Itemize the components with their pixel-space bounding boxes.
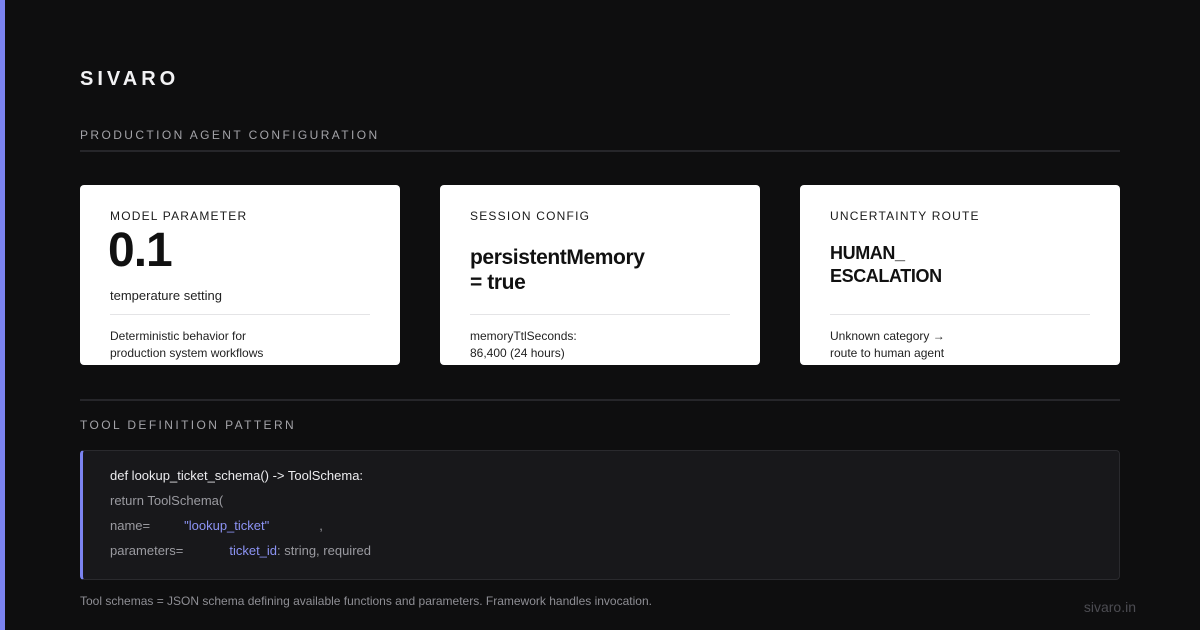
- code-type: : string, required: [277, 543, 371, 558]
- card-description: Unknown category → route to human agent: [830, 329, 945, 360]
- code-line: parameters= ticket_id: string, required: [110, 543, 371, 558]
- code-block: def lookup_ticket_schema() -> ToolSchema…: [80, 450, 1120, 580]
- site-url: sivaro.in: [1083, 599, 1136, 615]
- card-value: 0.1: [108, 224, 173, 277]
- card-divider: [110, 314, 370, 315]
- section-divider: [80, 150, 1120, 152]
- code-punct: ,: [319, 518, 323, 533]
- card-subtitle: temperature setting: [110, 288, 223, 303]
- tool-section-title: TOOL DEFINITION PATTERN: [80, 418, 297, 432]
- card-description: memoryTtlSeconds: 86,400 (24 hours): [470, 329, 577, 360]
- config-section-title: PRODUCTION AGENT CONFIGURATION: [80, 128, 380, 142]
- model-parameter-card: MODEL PARAMETER 0.1 temperature setting …: [80, 185, 400, 365]
- card-value: HUMAN_ ESCALATION: [830, 243, 942, 286]
- card-kicker: SESSION CONFIG: [470, 209, 591, 223]
- code-line: def lookup_ticket_schema() -> ToolSchema…: [110, 468, 364, 483]
- code-line: name= "lookup_ticket",: [110, 518, 323, 533]
- code-string: "lookup_ticket": [184, 518, 270, 533]
- card-kicker: MODEL PARAMETER: [110, 209, 248, 223]
- code-line: return ToolSchema(: [110, 493, 224, 508]
- brand-logo: SIVARO: [80, 68, 180, 90]
- code-key: parameters=: [110, 543, 184, 558]
- card-divider: [830, 314, 1090, 315]
- card-divider: [470, 314, 730, 315]
- card-description: Deterministic behavior for production sy…: [110, 329, 264, 360]
- footnote: Tool schemas = JSON schema defining avai…: [80, 594, 652, 608]
- session-config-card: SESSION CONFIG persistentMemory = true m…: [440, 185, 760, 365]
- card-kicker: UNCERTAINTY ROUTE: [830, 209, 980, 223]
- uncertainty-route-card: UNCERTAINTY ROUTE HUMAN_ ESCALATION Unkn…: [800, 185, 1120, 365]
- card-value: persistentMemory = true: [470, 246, 645, 294]
- section-divider: [80, 399, 1120, 401]
- accent-bar: [0, 0, 5, 630]
- code-param: ticket_id: [229, 543, 278, 558]
- code-key: name=: [110, 518, 151, 533]
